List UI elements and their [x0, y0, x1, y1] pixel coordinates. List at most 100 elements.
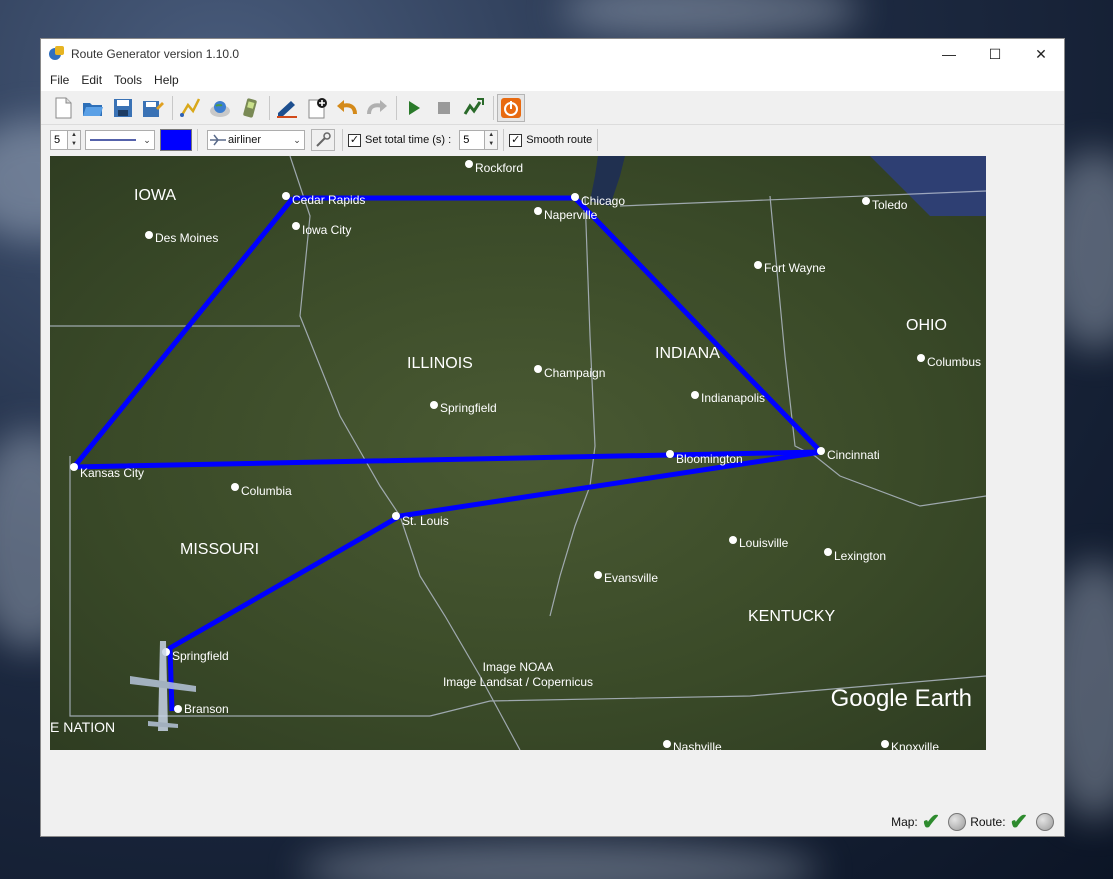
city-marker	[666, 450, 674, 458]
route-tool-button[interactable]	[176, 94, 204, 122]
menu-tools[interactable]: Tools	[108, 73, 148, 87]
route-status-label: Route:	[970, 815, 1006, 829]
main-toolbar	[41, 91, 1064, 125]
city-marker	[824, 548, 832, 556]
state-label: KENTUCKY	[748, 608, 835, 625]
city-marker	[754, 261, 762, 269]
set-total-time-checkbox[interactable]: ✓ Set total time (s) :	[348, 133, 451, 147]
city-label: Cincinnati	[827, 448, 880, 462]
spin-arrows[interactable]: ▲ ▼	[484, 131, 498, 149]
google-earth-icon	[210, 100, 230, 117]
add-point-button[interactable]	[303, 94, 331, 122]
city-label: Lexington	[834, 549, 886, 563]
credit-landsat: Image Landsat / Copernicus	[443, 675, 593, 689]
new-file-button[interactable]	[49, 94, 77, 122]
toolbar-separator	[342, 129, 343, 151]
city-label: Champaign	[544, 366, 605, 380]
route-ok-check-icon: ✔	[1009, 809, 1028, 834]
smooth-route-checkbox[interactable]: ✓ Smooth route	[509, 133, 593, 147]
line-width-input[interactable]	[51, 134, 67, 146]
map-canvas[interactable]: IOWA ILLINOIS INDIANA OHIO MISSOURI KENT…	[50, 156, 986, 750]
smooth-route-label: Smooth route	[526, 134, 593, 146]
toolbar-separator	[493, 95, 494, 120]
undo-button[interactable]	[333, 94, 361, 122]
model-dropdown[interactable]: airliner ⌄	[207, 130, 305, 150]
chevron-down-icon: ⌄	[293, 134, 301, 145]
city-label: Chicago	[581, 194, 625, 208]
line-width-spinner[interactable]: ▲▼	[50, 130, 81, 150]
city-marker	[392, 512, 400, 520]
city-label: Fort Wayne	[764, 261, 826, 275]
window-title: Route Generator version 1.10.0	[71, 47, 240, 61]
open-button[interactable]	[79, 94, 107, 122]
map-view[interactable]: IOWA ILLINOIS INDIANA OHIO MISSOURI KENT…	[50, 156, 986, 750]
city-marker	[594, 571, 602, 579]
route-globe-icon[interactable]	[1036, 813, 1054, 831]
google-earth-button[interactable]	[206, 94, 234, 122]
save-button[interactable]	[109, 94, 137, 122]
model-settings-button[interactable]	[311, 129, 335, 151]
gps-device-icon	[243, 97, 257, 118]
line-style-dropdown[interactable]: ⌄	[85, 130, 155, 150]
route-color-button[interactable]	[160, 129, 192, 151]
city-label: Bloomington	[676, 452, 743, 466]
city-marker	[862, 197, 870, 205]
menu-edit[interactable]: Edit	[75, 73, 108, 87]
redo-button[interactable]	[363, 94, 391, 122]
map-globe-icon[interactable]	[948, 813, 967, 831]
total-time-input[interactable]	[460, 134, 485, 146]
power-button[interactable]	[497, 93, 525, 122]
map-ok-check-icon: ✔	[921, 809, 941, 834]
export-route-icon	[463, 97, 484, 115]
toolbar-separator	[269, 95, 270, 120]
city-marker	[465, 160, 473, 168]
state-label: E NATION	[50, 719, 115, 735]
redo-icon	[367, 99, 387, 114]
edit-route-button[interactable]	[273, 94, 301, 122]
menu-bar: File Edit Tools Help	[41, 69, 1064, 91]
minimize-button[interactable]: —	[926, 39, 972, 69]
menu-file[interactable]: File	[44, 73, 75, 87]
city-label: Springfield	[440, 401, 497, 415]
toolbar-separator	[396, 95, 397, 120]
state-label: IOWA	[134, 187, 176, 204]
city-marker	[881, 740, 889, 748]
add-document-icon	[308, 97, 327, 118]
city-marker	[292, 222, 300, 230]
stop-button[interactable]	[430, 94, 458, 122]
city-label: Louisville	[739, 536, 789, 550]
state-label: OHIO	[906, 317, 947, 334]
city-marker	[534, 365, 542, 373]
checkbox-checked[interactable]: ✓	[348, 133, 361, 147]
state-label: MISSOURI	[180, 541, 259, 558]
city-marker	[174, 705, 182, 713]
total-time-spinner[interactable]: ▲▼	[459, 130, 499, 150]
checkbox-checked[interactable]: ✓	[509, 133, 523, 147]
airplane-icon	[210, 134, 226, 146]
map-status-label: Map:	[891, 815, 918, 829]
city-label: Rockford	[475, 161, 523, 175]
play-icon	[409, 100, 420, 115]
city-marker	[231, 483, 239, 491]
spin-arrows[interactable]: ▲ ▼	[67, 131, 80, 149]
export-route-button[interactable]	[460, 94, 488, 122]
menu-help[interactable]: Help	[148, 73, 185, 87]
city-marker	[145, 231, 153, 239]
city-label: St. Louis	[402, 514, 449, 528]
open-folder-icon	[83, 102, 103, 116]
city-label: Knoxville	[891, 740, 939, 750]
app-window: Route Generator version 1.10.0 — ☐ ✕ Fil…	[40, 38, 1065, 837]
close-button[interactable]: ✕	[1018, 39, 1064, 69]
maximize-button[interactable]: ☐	[972, 39, 1018, 69]
route-options-toolbar: ▲▼ ⌄ airliner ⌄ ✓ Set total time (s) : ▲…	[41, 125, 1064, 155]
status-bar: Map: ✔ Route: ✔	[891, 809, 1058, 834]
toolbar-separator	[503, 129, 505, 151]
google-earth-logo: Google Earth	[831, 685, 972, 712]
city-marker	[691, 391, 699, 399]
title-bar: Route Generator version 1.10.0 — ☐ ✕	[41, 39, 1064, 69]
city-label: Columbus	[927, 355, 981, 369]
state-label: INDIANA	[655, 345, 720, 362]
save-as-button[interactable]	[139, 94, 167, 122]
gps-button[interactable]	[236, 94, 264, 122]
play-button[interactable]	[400, 94, 428, 122]
